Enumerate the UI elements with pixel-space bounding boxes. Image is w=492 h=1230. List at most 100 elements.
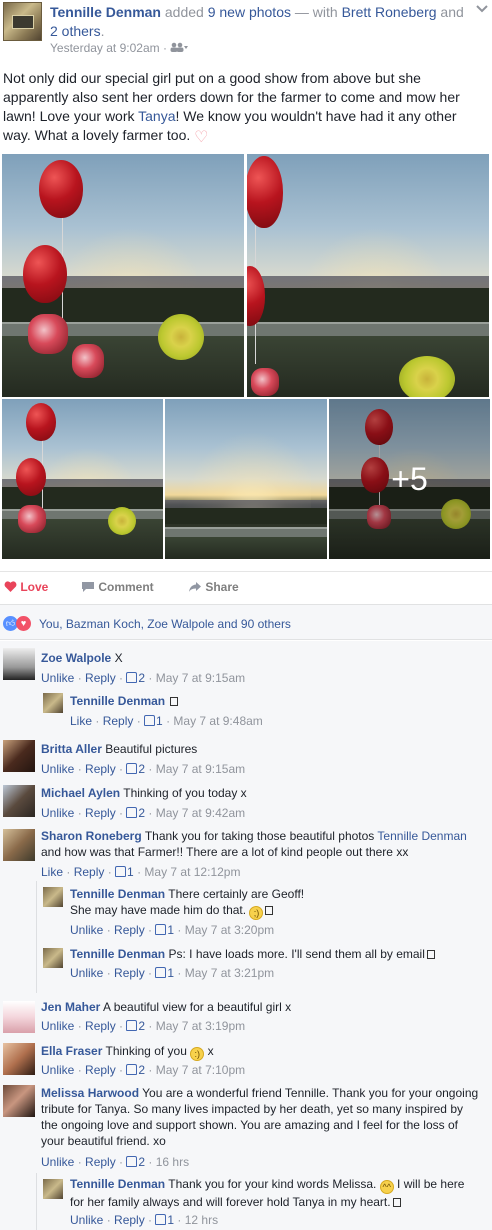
comment-time[interactable]: May 7 at 3:19pm <box>156 1019 245 1033</box>
comment-likes[interactable]: 2 <box>126 762 145 776</box>
share-button[interactable]: Share <box>188 580 239 594</box>
comment-author-link[interactable]: Tennille Denman <box>70 1177 165 1191</box>
author-avatar[interactable] <box>3 2 42 41</box>
comment-author-link[interactable]: Tennille Denman <box>70 694 165 708</box>
comment-time[interactable]: May 7 at 7:10pm <box>156 1063 245 1077</box>
avatar[interactable] <box>3 1001 35 1033</box>
mention-link[interactable]: Tennille Denman <box>377 829 466 843</box>
comment-text-tail: x <box>207 1044 214 1058</box>
like-link[interactable]: Like <box>70 714 92 728</box>
comment-time[interactable]: 12 hrs <box>185 1213 218 1227</box>
comment-time[interactable]: May 7 at 9:48am <box>173 714 262 728</box>
thumb-icon <box>126 1064 138 1075</box>
post-action-bar: Love Comment Share <box>0 571 492 602</box>
reply-link[interactable]: Reply <box>85 1019 116 1033</box>
comment-author-link[interactable]: Tennille Denman <box>70 887 165 901</box>
reply-link[interactable]: Reply <box>103 714 134 728</box>
tagged-person-link[interactable]: Brett Roneberg <box>342 4 437 20</box>
photo-4[interactable] <box>165 399 327 559</box>
unlike-link[interactable]: Unlike <box>41 806 74 820</box>
reply-link[interactable]: Reply <box>85 1063 116 1077</box>
photos-link[interactable]: 9 new photos <box>208 4 291 20</box>
reply-link[interactable]: Reply <box>85 762 116 776</box>
comment-likes[interactable]: 2 <box>126 806 145 820</box>
comment-text: Thinking of you today x <box>123 786 247 800</box>
reply-link[interactable]: Reply <box>85 671 116 685</box>
unlike-link[interactable]: Unlike <box>70 923 103 937</box>
others-link[interactable]: 2 others <box>50 23 101 39</box>
avatar[interactable] <box>3 785 35 817</box>
comment-likes[interactable]: 1 <box>115 865 134 879</box>
unlike-link[interactable]: Unlike <box>70 1213 103 1227</box>
thumb-icon <box>144 715 156 726</box>
comment: Zoe Walpole X Unlike · Reply · 2 · May 7… <box>0 641 492 685</box>
comment-likes[interactable]: 1 <box>144 714 163 728</box>
comment-time[interactable]: May 7 at 9:15am <box>156 762 245 776</box>
comment-author-link[interactable]: Tennille Denman <box>70 947 165 961</box>
photo-3[interactable] <box>2 399 163 559</box>
photo-5-more[interactable]: +5 <box>329 399 490 559</box>
post-header: Tennille Denman added 9 new photos — wit… <box>0 0 492 62</box>
author-name-link[interactable]: Tennille Denman <box>50 4 161 20</box>
avatar[interactable] <box>3 829 35 861</box>
reactions-names[interactable]: You, Bazman Koch, Zoe Walpole and 90 oth… <box>39 617 291 631</box>
comment-time[interactable]: May 7 at 9:15am <box>156 671 245 685</box>
comment-author-link[interactable]: Zoe Walpole <box>41 651 111 665</box>
comment-text-cont: and how was that Farmer!! There are a lo… <box>41 845 409 859</box>
comment-time[interactable]: May 7 at 3:20pm <box>185 923 274 937</box>
avatar[interactable] <box>43 948 63 968</box>
comment-likes[interactable]: 1 <box>155 923 174 937</box>
avatar[interactable] <box>43 1179 63 1199</box>
like-link[interactable]: Like <box>41 865 63 879</box>
post-options-chevron-icon[interactable] <box>476 4 488 16</box>
unlike-link[interactable]: Unlike <box>41 1063 74 1077</box>
mention-tanya-link[interactable]: Tanya <box>138 108 175 124</box>
avatar[interactable] <box>43 693 63 713</box>
avatar[interactable] <box>3 1085 35 1117</box>
post-meta: Yesterday at 9:02am · <box>50 41 189 55</box>
unlike-link[interactable]: Unlike <box>41 671 74 685</box>
comment-likes[interactable]: 2 <box>126 1155 145 1169</box>
more-photos-overlay[interactable]: +5 <box>329 399 490 559</box>
unlike-link[interactable]: Unlike <box>70 966 103 980</box>
reply-link[interactable]: Reply <box>74 865 105 879</box>
thumb-icon <box>126 1156 138 1167</box>
comment-button[interactable]: Comment <box>81 580 154 594</box>
comment-likes[interactable]: 2 <box>126 671 145 685</box>
unlike-link[interactable]: Unlike <box>41 1019 74 1033</box>
avatar[interactable] <box>3 648 35 680</box>
reply-link[interactable]: Reply <box>85 806 116 820</box>
comment-author-link[interactable]: Britta Aller <box>41 742 102 756</box>
reply-link[interactable]: Reply <box>85 1155 116 1169</box>
comment-likes[interactable]: 2 <box>126 1019 145 1033</box>
comment: Sharon Roneberg Thank you for taking tho… <box>0 821 492 881</box>
comment-likes[interactable]: 1 <box>155 966 174 980</box>
comment-likes[interactable]: 2 <box>126 1063 145 1077</box>
reactions-summary[interactable]: 👍︎ ♥ You, Bazman Koch, Zoe Walpole and 90… <box>0 604 492 640</box>
comment-author-link[interactable]: Ella Fraser <box>41 1044 102 1058</box>
reply-link[interactable]: Reply <box>114 1213 145 1227</box>
comment-author-link[interactable]: Jen Maher <box>41 1000 100 1014</box>
avatar[interactable] <box>43 887 63 907</box>
comment-time[interactable]: May 7 at 3:21pm <box>185 966 274 980</box>
reply-link[interactable]: Reply <box>114 966 145 980</box>
comment-time[interactable]: May 7 at 9:42am <box>156 806 245 820</box>
avatar[interactable] <box>3 1043 35 1075</box>
wink-emoji-icon: ;) <box>249 906 264 920</box>
love-button[interactable]: Love <box>4 580 48 594</box>
avatar[interactable] <box>3 740 35 772</box>
comment-author-link[interactable]: Sharon Roneberg <box>41 829 142 843</box>
photo-2[interactable] <box>247 154 489 397</box>
unlike-link[interactable]: Unlike <box>41 1155 74 1169</box>
timestamp-link[interactable]: Yesterday at 9:02am <box>50 41 160 55</box>
unlike-link[interactable]: Unlike <box>41 762 74 776</box>
comment-time[interactable]: May 7 at 12:12pm <box>144 865 240 879</box>
thumb-icon <box>155 924 167 935</box>
reply-link[interactable]: Reply <box>114 923 145 937</box>
friends-icon[interactable] <box>170 41 189 55</box>
comment-author-link[interactable]: Michael Aylen <box>41 786 120 800</box>
comment-time[interactable]: 16 hrs <box>156 1155 189 1169</box>
photo-1[interactable] <box>2 154 244 397</box>
comment-likes[interactable]: 1 <box>155 1213 174 1227</box>
comment-author-link[interactable]: Melissa Harwood <box>41 1086 139 1100</box>
